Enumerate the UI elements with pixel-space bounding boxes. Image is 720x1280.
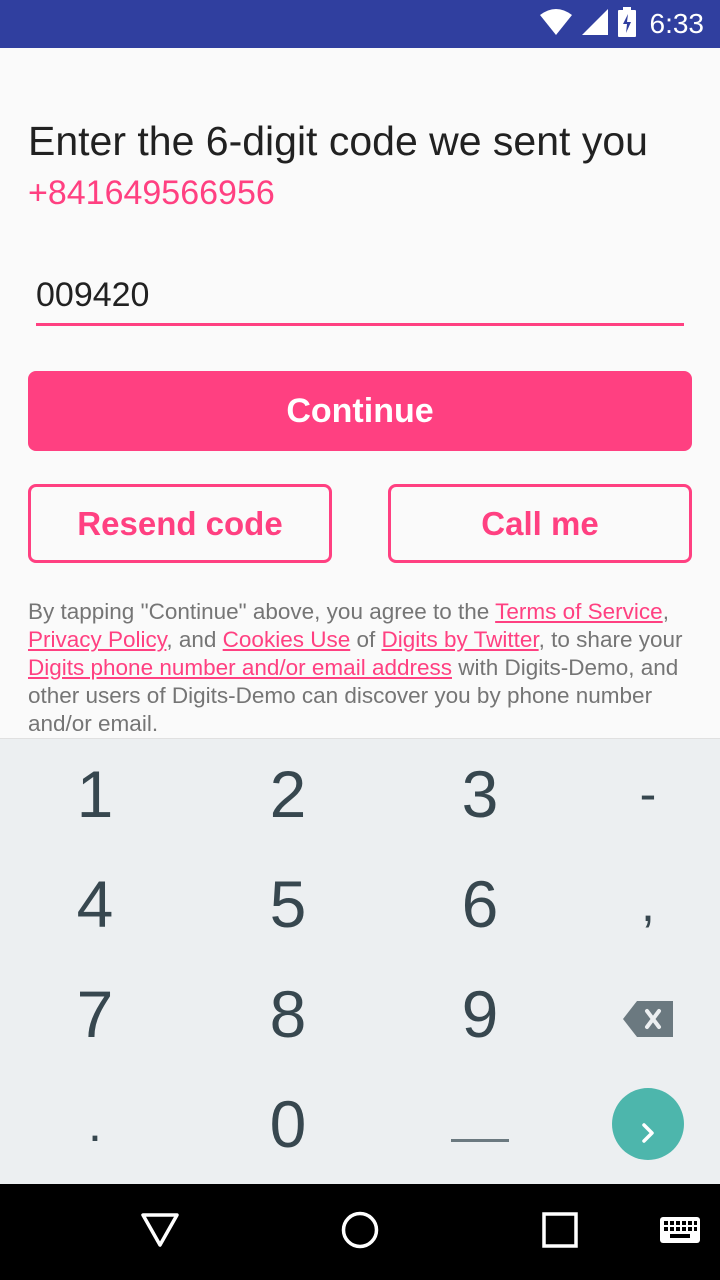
recents-square-icon (542, 1211, 578, 1253)
battery-charging-icon (617, 6, 636, 42)
key-6[interactable]: 6 (390, 849, 570, 959)
key-3[interactable]: 3 (390, 739, 570, 849)
back-nav-button[interactable] (120, 1184, 200, 1280)
continue-button[interactable]: Continue (28, 371, 692, 451)
legal-text-2: , (662, 599, 669, 624)
numeric-keyboard: 1 2 3 - 4 5 6 , 7 8 9 . 0 (0, 738, 720, 1184)
home-nav-button[interactable] (320, 1184, 400, 1280)
key-4[interactable]: 4 (5, 849, 185, 959)
space-key[interactable] (390, 1069, 570, 1179)
digits-phone-link[interactable]: Digits phone number and/or email address (28, 655, 452, 680)
navigation-bar (0, 1184, 720, 1280)
call-me-button[interactable]: Call me (388, 484, 692, 563)
status-icons: 6:33 (539, 0, 705, 48)
phone-number: +841649566956 (28, 174, 275, 212)
home-circle-icon (340, 1210, 380, 1255)
backspace-key[interactable] (558, 959, 720, 1069)
recents-nav-button[interactable] (520, 1184, 600, 1280)
status-time: 6:33 (649, 8, 705, 39)
legal-text-5: , to share your (538, 627, 683, 652)
key-dash[interactable]: - (558, 739, 720, 849)
key-5[interactable]: 5 (198, 849, 378, 959)
key-7[interactable]: 7 (5, 959, 185, 1069)
backspace-icon (623, 976, 673, 1052)
code-input[interactable] (36, 268, 684, 326)
key-1[interactable]: 1 (5, 739, 185, 849)
legal-text: By tapping "Continue" above, you agree t… (28, 598, 700, 738)
wifi-icon (539, 8, 572, 40)
key-2[interactable]: 2 (198, 739, 378, 849)
space-bar-icon (451, 1086, 509, 1162)
enter-key[interactable] (558, 1069, 720, 1179)
privacy-link[interactable]: Privacy Policy (28, 627, 166, 652)
key-8[interactable]: 8 (198, 959, 378, 1069)
keyboard-switch-button[interactable] (650, 1184, 710, 1280)
verification-screen: Enter the 6-digit code we sent you +8416… (0, 48, 720, 738)
signal-icon (581, 8, 608, 40)
legal-text-1: By tapping "Continue" above, you agree t… (28, 599, 496, 624)
terms-link[interactable]: Terms of Service (495, 599, 663, 624)
legal-text-3: , and (166, 627, 223, 652)
resend-code-button[interactable]: Resend code (28, 484, 332, 563)
page-title: Enter the 6-digit code we sent you (28, 118, 648, 164)
back-triangle-icon (140, 1212, 180, 1253)
enter-button-circle[interactable] (612, 1088, 684, 1160)
key-0[interactable]: 0 (198, 1069, 378, 1179)
key-9[interactable]: 9 (390, 959, 570, 1069)
status-bar: 6:33 (0, 0, 720, 48)
key-comma[interactable]: , (558, 849, 720, 959)
key-period[interactable]: . (5, 1069, 185, 1179)
keyboard-icon (660, 1215, 700, 1250)
enter-arrow-icon (636, 1086, 660, 1162)
legal-text-4: of (350, 627, 382, 652)
digits-link[interactable]: Digits by Twitter (382, 627, 539, 652)
cookies-link[interactable]: Cookies Use (223, 627, 351, 652)
